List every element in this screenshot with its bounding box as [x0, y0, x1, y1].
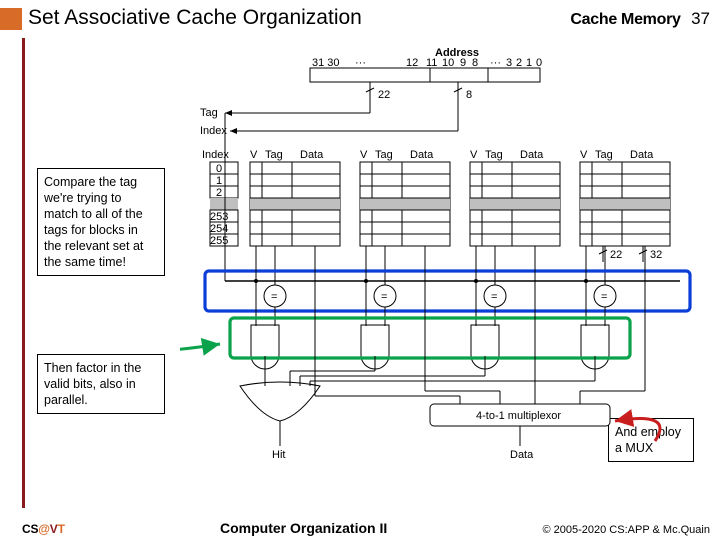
cache-diagram: Address 31 30 ··· 12 11 10 9 8 ··· 3 2 1… — [180, 46, 705, 466]
content-area: Compare the tag we're trying to match to… — [22, 38, 712, 508]
and-gate-row — [251, 325, 609, 369]
bit-hi: 31 30 — [312, 57, 340, 69]
svg-text:V: V — [580, 149, 588, 161]
footer-center: Computer Organization II — [220, 520, 387, 536]
way-group: V Tag Data V Tag Data — [250, 149, 670, 246]
svg-text:=: = — [491, 291, 497, 303]
svg-text:Tag: Tag — [595, 149, 613, 161]
data-out-label: Data — [510, 449, 534, 461]
tag-width: 22 — [378, 89, 390, 101]
address-box — [310, 68, 540, 82]
highlight-and-gates — [230, 318, 630, 358]
or-gate — [240, 382, 320, 421]
arrow-mux — [615, 419, 660, 442]
bit-3: 3 — [506, 57, 512, 69]
bit-dots: ··· — [355, 57, 366, 69]
index-label: Index — [200, 125, 227, 137]
svg-text:Tag: Tag — [375, 149, 393, 161]
footer: CS@VT Computer Organization II © 2005-20… — [0, 520, 720, 536]
bit-2: 2 — [516, 57, 522, 69]
svg-text:V: V — [360, 149, 368, 161]
set-data-w: 32 — [650, 249, 662, 261]
header-right: Cache Memory 37 — [570, 9, 710, 29]
accent-block — [0, 8, 22, 30]
idx-254: 254 — [210, 223, 228, 235]
svg-text:Data: Data — [520, 149, 544, 161]
tag-label: Tag — [200, 107, 218, 119]
svg-text:=: = — [381, 291, 387, 303]
idx-width: 8 — [466, 89, 472, 101]
note-valid-bits: Then factor in the valid bits, also in p… — [37, 354, 165, 414]
mux-label: 4-to-1 multiplexor — [476, 410, 561, 422]
idx-255: 255 — [210, 235, 228, 247]
svg-text:V: V — [470, 149, 478, 161]
svg-text:V: V — [250, 149, 258, 161]
idx-0: 0 — [216, 163, 222, 175]
bit-dots2: ··· — [490, 57, 501, 69]
idx-253: 253 — [210, 211, 228, 223]
svg-text:Tag: Tag — [485, 149, 503, 161]
bit-11: 11 — [426, 57, 437, 69]
svg-text:Data: Data — [300, 149, 324, 161]
header-row: Set Associative Cache Organization Cache… — [28, 6, 710, 30]
bit-9: 9 — [460, 57, 466, 69]
svg-text:Data: Data — [630, 149, 654, 161]
footer-copyright: © 2005-2020 CS:APP & Mc.Quain — [542, 524, 710, 536]
set-tag-w: 22 — [610, 249, 622, 261]
page-number: 37 — [691, 9, 710, 28]
comparator-row: = = = = — [264, 285, 616, 307]
idx-1: 1 — [216, 175, 222, 187]
svg-text:=: = — [271, 291, 277, 303]
idx-2: 2 — [216, 187, 222, 199]
section-label: Cache Memory — [570, 11, 680, 28]
svg-text:Data: Data — [410, 149, 434, 161]
hit-label: Hit — [272, 449, 285, 461]
svg-text:Tag: Tag — [265, 149, 283, 161]
note-compare-tags: Compare the tag we're trying to match to… — [37, 168, 165, 276]
logo: CS@VT — [22, 522, 65, 536]
bit-1: 1 — [526, 57, 532, 69]
svg-text:=: = — [601, 291, 607, 303]
bit-10: 10 — [442, 57, 454, 69]
bit-12: 12 — [406, 57, 418, 69]
bit-0: 0 — [536, 57, 542, 69]
arrow-valid — [180, 344, 220, 351]
bit-8: 8 — [472, 57, 478, 69]
page-title: Set Associative Cache Organization — [28, 6, 362, 30]
